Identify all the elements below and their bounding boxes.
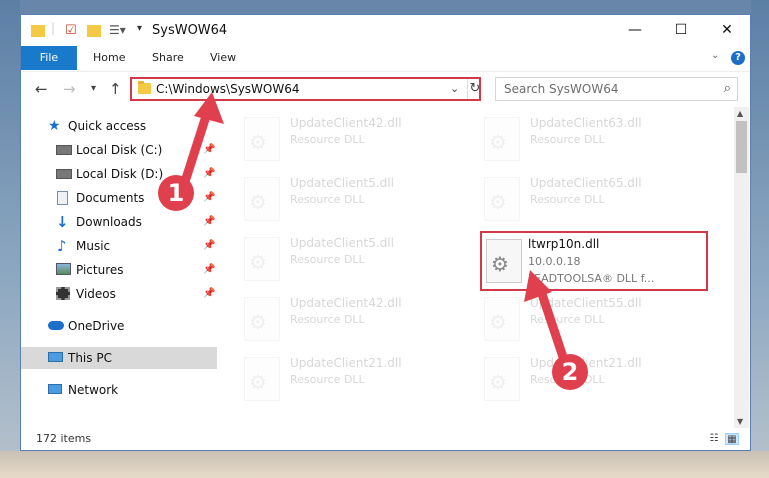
arrow-1-head — [194, 92, 224, 124]
arrow-2-shaft — [535, 283, 571, 371]
annotation-arrows — [178, 92, 571, 371]
step-badge-2: 2 — [552, 354, 588, 390]
arrow-1-shaft — [178, 105, 213, 193]
step-badge-1: 1 — [158, 175, 194, 211]
